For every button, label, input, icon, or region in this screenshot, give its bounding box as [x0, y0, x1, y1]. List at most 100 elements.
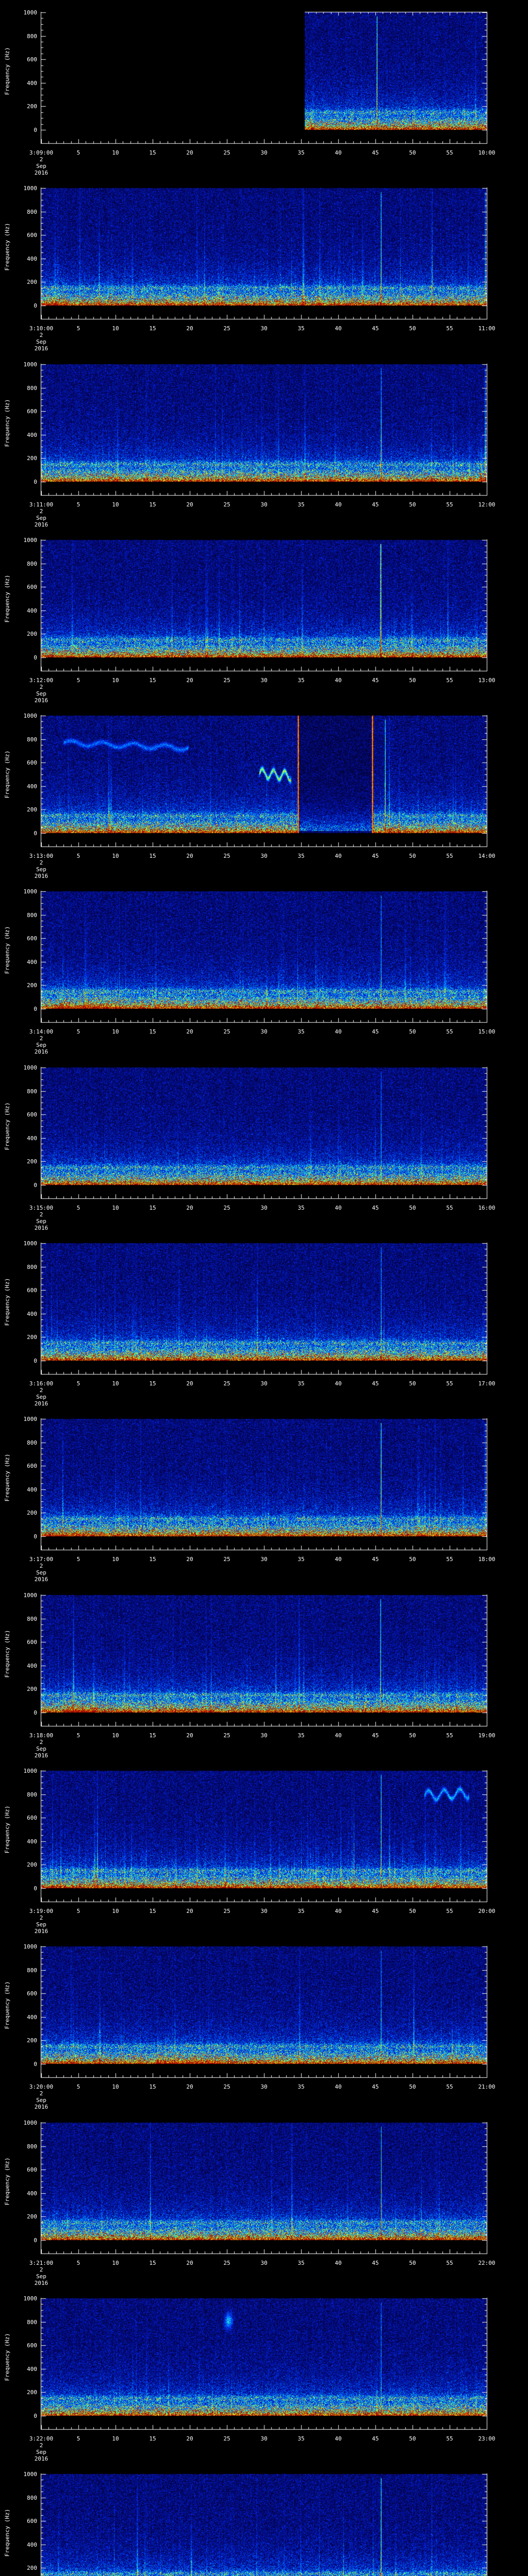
x-tick-label: 20 [186, 149, 193, 156]
x-start-date-line: Sep [36, 2449, 46, 2455]
y-axis-title: Frequency (Hz) [4, 926, 11, 974]
x-start-date-line: 2 [39, 1387, 43, 1394]
y-tick-label: 600 [27, 935, 37, 942]
x-tick-label: 5 [76, 1380, 80, 1387]
x-tick-label: 45 [372, 325, 379, 332]
x-start-time-label: 3:20:00 [29, 2083, 54, 2090]
y-tick-label: 1000 [23, 1064, 38, 1071]
spectrogram-panel-8: 0 200 400 600 800 1000 Frequency (Hz) 3:16:00 2 S… [0, 1231, 528, 1406]
x-tick-label: 35 [298, 2083, 305, 2090]
x-tick-label: 25 [223, 149, 230, 156]
x-tick-label: 35 [298, 1908, 305, 1914]
x-tick-label: 20 [186, 1205, 193, 1211]
y-tick-label: 200 [27, 806, 37, 813]
x-end-time-label: 22:00 [478, 2260, 496, 2266]
y-axis-title: Frequency (Hz) [4, 47, 11, 95]
y-axis-title: Frequency (Hz) [4, 399, 11, 447]
y-axis-title: Frequency (Hz) [4, 1630, 11, 1678]
x-tick-label: 55 [446, 1028, 453, 1035]
x-tick-label: 15 [149, 1028, 156, 1035]
x-start-date-line: 2016 [34, 1752, 48, 1759]
y-tick-label: 800 [27, 912, 37, 919]
x-tick-label: 30 [260, 1380, 268, 1387]
x-tick-label: 55 [446, 501, 453, 508]
x-tick-label: 30 [260, 677, 268, 684]
x-start-time-label: 3:13:00 [29, 853, 54, 859]
x-start-date-line: 2 [39, 1035, 43, 1042]
x-tick-label: 25 [223, 1556, 230, 1563]
spectrogram-figure: 0 200 400 600 800 1000 Frequency (Hz) 3:09:00 2 S… [0, 0, 528, 2576]
x-tick-label: 5 [76, 1908, 80, 1914]
x-start-date-line: 2016 [34, 1928, 48, 1935]
x-tick-label: 15 [149, 2435, 156, 2442]
x-tick-label: 10 [112, 1380, 119, 1387]
y-tick-label: 400 [27, 1311, 37, 1317]
x-tick-label: 45 [372, 1028, 379, 1035]
x-tick-label: 35 [298, 1556, 305, 1563]
y-axis-title: Frequency (Hz) [4, 223, 11, 271]
x-tick-label: 30 [260, 2435, 268, 2442]
x-start-date-line: Sep [36, 2097, 46, 2104]
x-tick-label: 50 [409, 1556, 416, 1563]
x-tick-label: 45 [372, 1205, 379, 1211]
x-tick-label: 5 [76, 1205, 80, 1211]
y-tick-label: 800 [27, 385, 37, 392]
y-tick-label: 600 [27, 1463, 37, 1469]
x-tick-label: 20 [186, 2435, 193, 2442]
y-tick-label: 1000 [23, 1592, 38, 1599]
y-tick-label: 400 [27, 2014, 37, 2021]
x-end-time-label: 10:00 [478, 149, 496, 156]
y-tick-label: 1000 [23, 713, 38, 719]
y-tick-label: 1000 [23, 1943, 38, 1950]
y-tick-label: 1000 [23, 9, 38, 16]
y-tick-label: 800 [27, 2143, 37, 2150]
y-tick-label: 0 [34, 2061, 37, 2067]
x-tick-label: 45 [372, 853, 379, 859]
y-tick-label: 1000 [23, 1416, 38, 1422]
y-tick-label: 200 [27, 279, 37, 285]
x-start-date-line: 2016 [34, 170, 48, 176]
y-tick-label: 600 [27, 1815, 37, 1821]
y-tick-label: 800 [27, 736, 37, 743]
x-tick-label: 10 [112, 1732, 119, 1739]
x-tick-label: 30 [260, 1028, 268, 1035]
x-tick-label: 45 [372, 1732, 379, 1739]
x-tick-label: 30 [260, 149, 268, 156]
spectrogram-panel-5: 0 200 400 600 800 1000 Frequency (Hz) 3:13:00 2 S… [0, 703, 528, 879]
x-start-date-line: Sep [36, 690, 46, 697]
y-axis-title: Frequency (Hz) [4, 1453, 11, 1502]
x-end-time-label: 12:00 [478, 501, 496, 508]
x-tick-label: 30 [260, 1908, 268, 1914]
x-tick-label: 35 [298, 2260, 305, 2266]
y-tick-label: 600 [27, 1990, 37, 1997]
x-tick-label: 30 [260, 1556, 268, 1563]
y-tick-label: 0 [34, 2413, 37, 2419]
x-tick-label: 30 [260, 1205, 268, 1211]
x-tick-label: 40 [335, 1205, 342, 1211]
y-axis-title: Frequency (Hz) [4, 2157, 11, 2206]
y-tick-label: 200 [27, 455, 37, 462]
x-tick-label: 10 [112, 325, 119, 332]
x-start-time-label: 3:09:00 [29, 149, 54, 156]
x-tick-label: 25 [223, 1028, 230, 1035]
y-tick-label: 400 [27, 1135, 37, 1142]
y-tick-label: 0 [34, 1709, 37, 1716]
x-tick-label: 10 [112, 1908, 119, 1914]
x-tick-label: 55 [446, 325, 453, 332]
y-tick-label: 0 [34, 2237, 37, 2244]
y-tick-label: 200 [27, 982, 37, 989]
y-tick-label: 400 [27, 607, 37, 614]
y-tick-label: 600 [27, 584, 37, 590]
x-tick-label: 40 [335, 149, 342, 156]
y-tick-label: 1000 [23, 2295, 38, 2302]
spectrogram-panel-13: 0 200 400 600 800 1000 Frequency (Hz) 3:21:00 2 S… [0, 2110, 528, 2286]
x-start-date-line: 2016 [34, 873, 48, 879]
x-tick-label: 55 [446, 1732, 453, 1739]
x-tick-label: 25 [223, 1205, 230, 1211]
x-tick-label: 5 [76, 2435, 80, 2442]
x-start-time-label: 3:21:00 [29, 2260, 54, 2266]
x-tick-label: 25 [223, 1380, 230, 1387]
x-tick-label: 35 [298, 501, 305, 508]
x-start-date-line: 2 [39, 1914, 43, 1921]
x-start-date-line: 2016 [34, 2280, 48, 2286]
